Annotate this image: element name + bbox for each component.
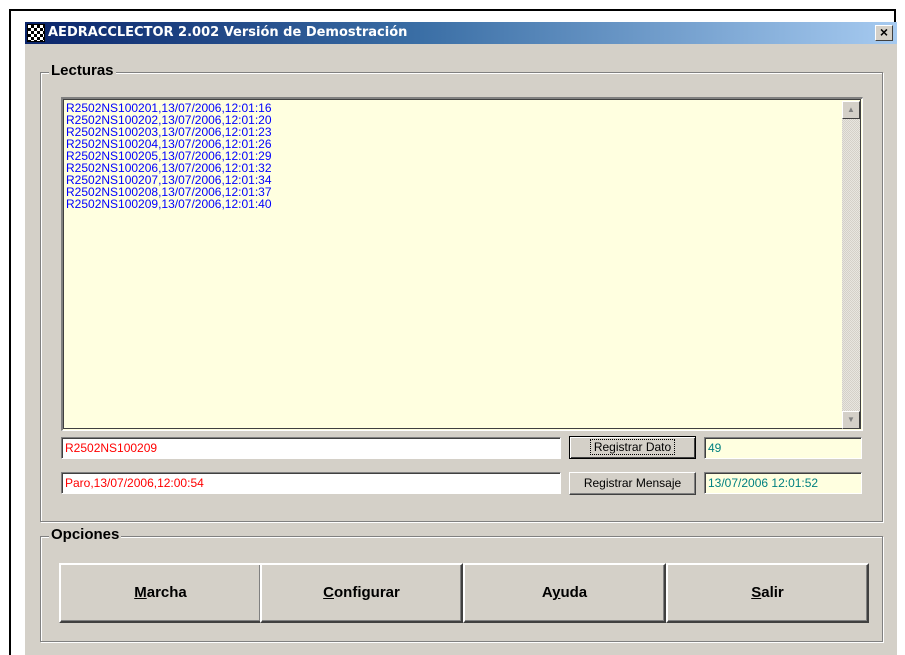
scroll-up-icon[interactable]: ▲ [842, 101, 860, 119]
app-window: AEDRACCLECTOR 2.002 Versión de Demostrac… [25, 22, 897, 655]
readings-list[interactable]: R2502NS100201,13/07/2006,12:01:16 R2502N… [61, 97, 863, 431]
registrar-mensaje-button[interactable]: Registrar Mensaje [569, 472, 696, 495]
mensaje-field[interactable]: Paro,13/07/2006,12:00:54 [61, 472, 561, 494]
salir-button[interactable]: Salir [666, 563, 869, 623]
vertical-scrollbar[interactable]: ▲ ▼ [842, 101, 860, 429]
dato-field[interactable]: R2502NS100209 [61, 437, 561, 459]
list-item[interactable]: R2502NS100209,13/07/2006,12:01:40 [66, 198, 272, 210]
scroll-down-icon[interactable]: ▼ [842, 411, 860, 429]
salir-label: alir [761, 584, 784, 601]
ayuda-label: uda [560, 584, 588, 601]
title-bar[interactable]: AEDRACCLECTOR 2.002 Versión de Demostrac… [25, 22, 897, 44]
marcha-button[interactable]: Marcha [59, 563, 262, 623]
marcha-label: archa [146, 584, 187, 601]
count-field[interactable]: 49 [704, 437, 862, 459]
registrar-dato-label: Registrar Dato [589, 439, 676, 455]
salir-accel: S [751, 584, 762, 601]
opciones-label: Opciones [49, 526, 122, 544]
close-button[interactable]: × [875, 25, 893, 41]
app-icon [27, 24, 45, 42]
datetime-field[interactable]: 13/07/2006 12:01:52 [704, 472, 862, 494]
configurar-label: onfigurar [334, 584, 400, 601]
lecturas-label: Lecturas [49, 62, 116, 80]
ayuda-prefix: A [541, 584, 553, 601]
window-title: AEDRACCLECTOR 2.002 Versión de Demostrac… [48, 25, 408, 40]
configurar-accel: C [323, 584, 334, 601]
configurar-button[interactable]: Configurar [260, 563, 463, 623]
lecturas-group: Lecturas R2502NS100201,13/07/2006,12:01:… [40, 62, 883, 522]
ayuda-button[interactable]: Ayuda [463, 563, 666, 623]
opciones-group: Opciones Marcha Configurar Ayuda Salir [40, 526, 883, 642]
marcha-accel: M [134, 584, 147, 601]
readings-lines: R2502NS100201,13/07/2006,12:01:16 R2502N… [66, 102, 272, 210]
registrar-dato-button[interactable]: Registrar Dato [569, 436, 696, 459]
